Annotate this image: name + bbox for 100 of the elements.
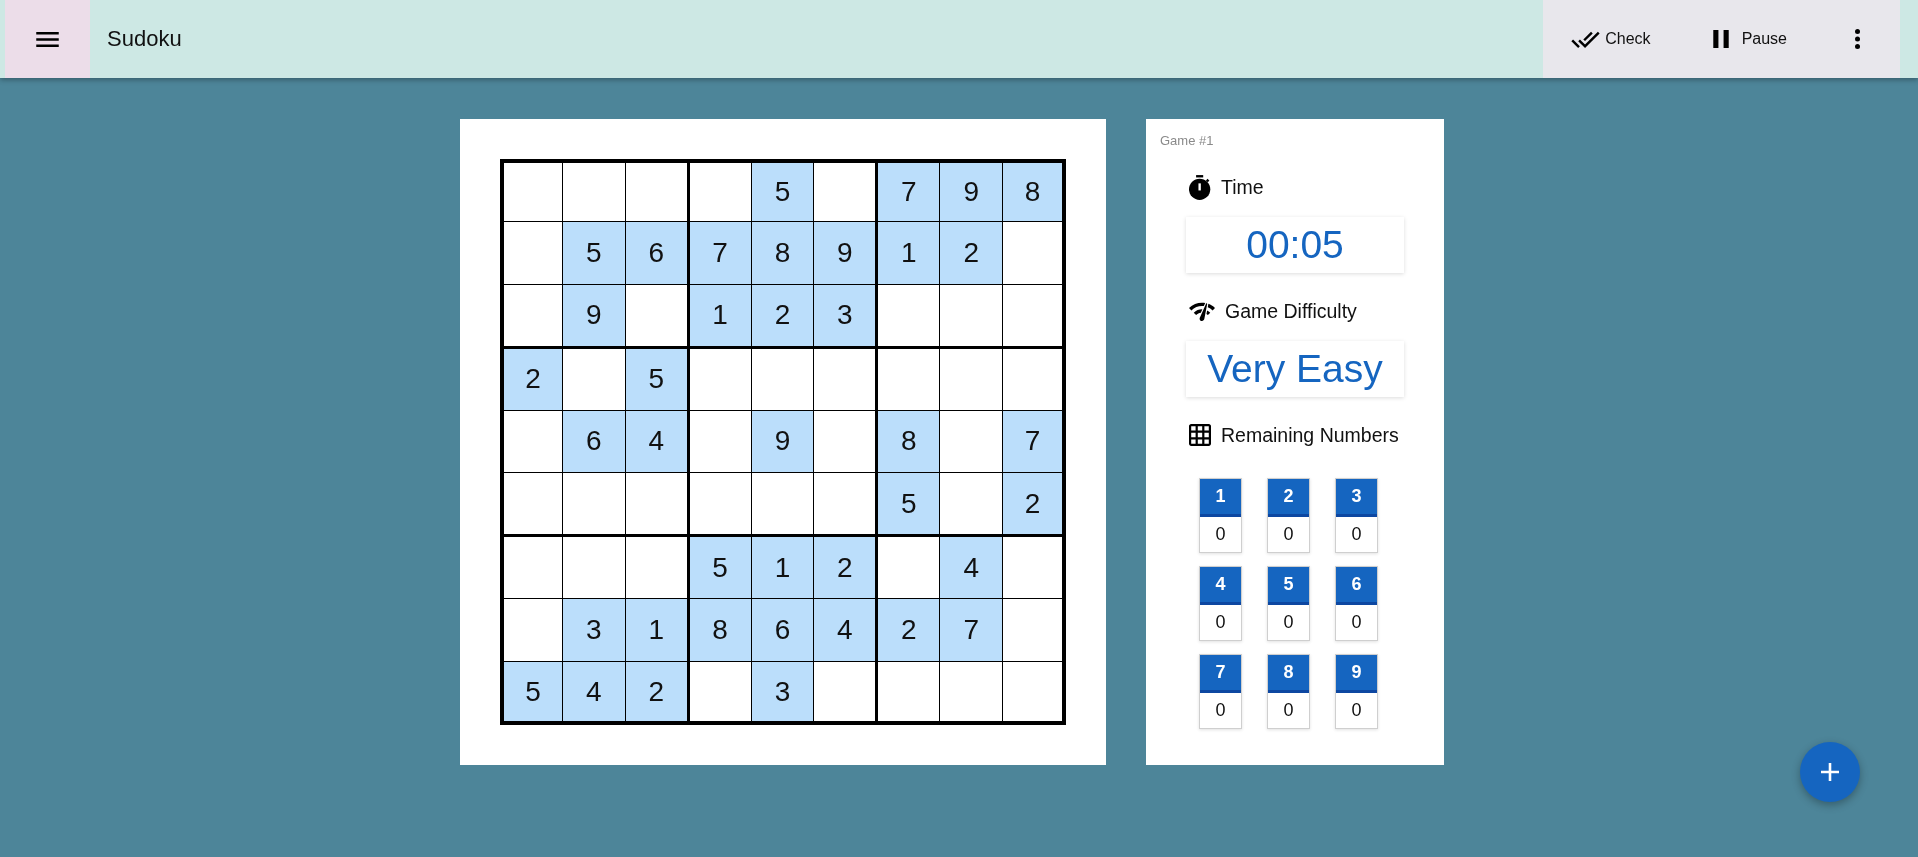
- sudoku-cell[interactable]: 4: [625, 410, 689, 474]
- pause-button[interactable]: Pause: [1696, 15, 1803, 63]
- sudoku-cell[interactable]: 8: [688, 599, 752, 663]
- sudoku-cell[interactable]: [751, 473, 815, 537]
- sudoku-cell[interactable]: [562, 536, 626, 600]
- sudoku-cell[interactable]: [940, 410, 1004, 474]
- difficulty-display: Very Easy: [1186, 341, 1404, 397]
- sudoku-cell[interactable]: [562, 347, 626, 411]
- sudoku-cell[interactable]: 1: [688, 284, 752, 348]
- remaining-count: 0: [1350, 699, 1363, 722]
- sudoku-cell[interactable]: 9: [751, 410, 815, 474]
- sudoku-cell[interactable]: 2: [625, 662, 689, 725]
- sudoku-cell[interactable]: 5: [877, 473, 941, 537]
- sudoku-cell[interactable]: [814, 347, 878, 411]
- sudoku-cell[interactable]: [877, 347, 941, 411]
- menu-button[interactable]: [5, 0, 90, 78]
- sudoku-cell[interactable]: [500, 410, 563, 474]
- sudoku-cell[interactable]: [500, 473, 563, 537]
- sudoku-cell[interactable]: [688, 473, 752, 537]
- tile-number: 7: [1200, 655, 1241, 693]
- sudoku-cell[interactable]: 4: [940, 536, 1004, 600]
- sudoku-cell[interactable]: [688, 662, 752, 725]
- sudoku-cell[interactable]: [877, 536, 941, 600]
- sudoku-cell[interactable]: [625, 473, 689, 537]
- sudoku-cell[interactable]: 7: [1003, 410, 1066, 474]
- tile-number: 8: [1268, 655, 1309, 693]
- grid-icon: [1189, 424, 1211, 446]
- sudoku-cell[interactable]: [1003, 221, 1066, 285]
- sudoku-cell[interactable]: [814, 410, 878, 474]
- sudoku-cell[interactable]: 1: [751, 536, 815, 600]
- sudoku-cell[interactable]: [1003, 599, 1066, 663]
- sudoku-cell[interactable]: [562, 159, 626, 222]
- sudoku-cell[interactable]: 3: [751, 662, 815, 725]
- sudoku-cell[interactable]: [688, 410, 752, 474]
- sudoku-cell[interactable]: 6: [751, 599, 815, 663]
- sudoku-cell[interactable]: 2: [1003, 473, 1066, 537]
- sudoku-cell[interactable]: 2: [500, 347, 563, 411]
- sudoku-cell[interactable]: 8: [751, 221, 815, 285]
- sudoku-cell[interactable]: 6: [625, 221, 689, 285]
- remaining-count: 0: [1214, 523, 1227, 546]
- sudoku-cell[interactable]: 7: [688, 221, 752, 285]
- sudoku-cell[interactable]: 9: [562, 284, 626, 348]
- sudoku-cell[interactable]: [1003, 347, 1066, 411]
- sudoku-cell[interactable]: [688, 347, 752, 411]
- sudoku-cell[interactable]: [814, 159, 878, 222]
- sudoku-cell[interactable]: [500, 599, 563, 663]
- sudoku-cell[interactable]: [751, 347, 815, 411]
- sudoku-cell[interactable]: [625, 159, 689, 222]
- sudoku-cell[interactable]: 4: [562, 662, 626, 725]
- section-title: Remaining Numbers: [1221, 423, 1399, 447]
- sudoku-cell[interactable]: 5: [500, 662, 563, 725]
- sudoku-cell[interactable]: [625, 284, 689, 348]
- sudoku-cell[interactable]: 9: [940, 159, 1004, 222]
- sudoku-cell[interactable]: 4: [814, 599, 878, 663]
- sudoku-cell[interactable]: 9: [814, 221, 878, 285]
- sudoku-cell[interactable]: [1003, 284, 1066, 348]
- sudoku-cell[interactable]: [562, 473, 626, 537]
- sudoku-cell[interactable]: [1003, 662, 1066, 725]
- sudoku-cell[interactable]: 5: [625, 347, 689, 411]
- sudoku-cell[interactable]: 1: [877, 221, 941, 285]
- sudoku-cell[interactable]: 7: [940, 599, 1004, 663]
- sudoku-cell[interactable]: [625, 536, 689, 600]
- sudoku-cell[interactable]: 5: [751, 159, 815, 222]
- sudoku-cell[interactable]: [814, 473, 878, 537]
- sudoku-cell[interactable]: [500, 159, 563, 222]
- sudoku-cell[interactable]: 3: [562, 599, 626, 663]
- sudoku-cell[interactable]: [940, 284, 1004, 348]
- sudoku-cell[interactable]: 5: [688, 536, 752, 600]
- sudoku-cell[interactable]: [940, 347, 1004, 411]
- sudoku-cell[interactable]: [814, 662, 878, 725]
- section-title: Game Difficulty: [1225, 299, 1357, 323]
- sudoku-cell[interactable]: 3: [814, 284, 878, 348]
- sudoku-cell[interactable]: 2: [814, 536, 878, 600]
- sudoku-cell[interactable]: [940, 662, 1004, 725]
- sudoku-cell[interactable]: [500, 536, 563, 600]
- pause-icon: [1712, 30, 1729, 48]
- check-button[interactable]: Check: [1555, 15, 1667, 63]
- sudoku-cell[interactable]: [1003, 536, 1066, 600]
- tile-number: 2: [1268, 479, 1309, 517]
- sudoku-cell[interactable]: 8: [877, 410, 941, 474]
- sudoku-cell[interactable]: 5: [562, 221, 626, 285]
- sudoku-cell[interactable]: 2: [940, 221, 1004, 285]
- app-title: Sudoku: [107, 26, 182, 52]
- sudoku-cell[interactable]: [877, 662, 941, 725]
- sudoku-cell[interactable]: [940, 473, 1004, 537]
- sudoku-cell[interactable]: 1: [625, 599, 689, 663]
- sudoku-cell[interactable]: [500, 221, 563, 285]
- remaining-count: 0: [1282, 611, 1295, 634]
- tile-number: 5: [1268, 567, 1309, 605]
- more-icon: [1854, 29, 1860, 49]
- sudoku-cell[interactable]: 2: [751, 284, 815, 348]
- sudoku-cell[interactable]: 8: [1003, 159, 1066, 222]
- sudoku-cell[interactable]: 6: [562, 410, 626, 474]
- sudoku-cell[interactable]: [688, 159, 752, 222]
- sudoku-cell[interactable]: [877, 284, 941, 348]
- sudoku-cell[interactable]: 2: [877, 599, 941, 663]
- remaining-count: 0: [1282, 699, 1295, 722]
- sudoku-cell[interactable]: 7: [877, 159, 941, 222]
- remaining-count: 0: [1214, 699, 1227, 722]
- sudoku-cell[interactable]: [500, 284, 563, 348]
